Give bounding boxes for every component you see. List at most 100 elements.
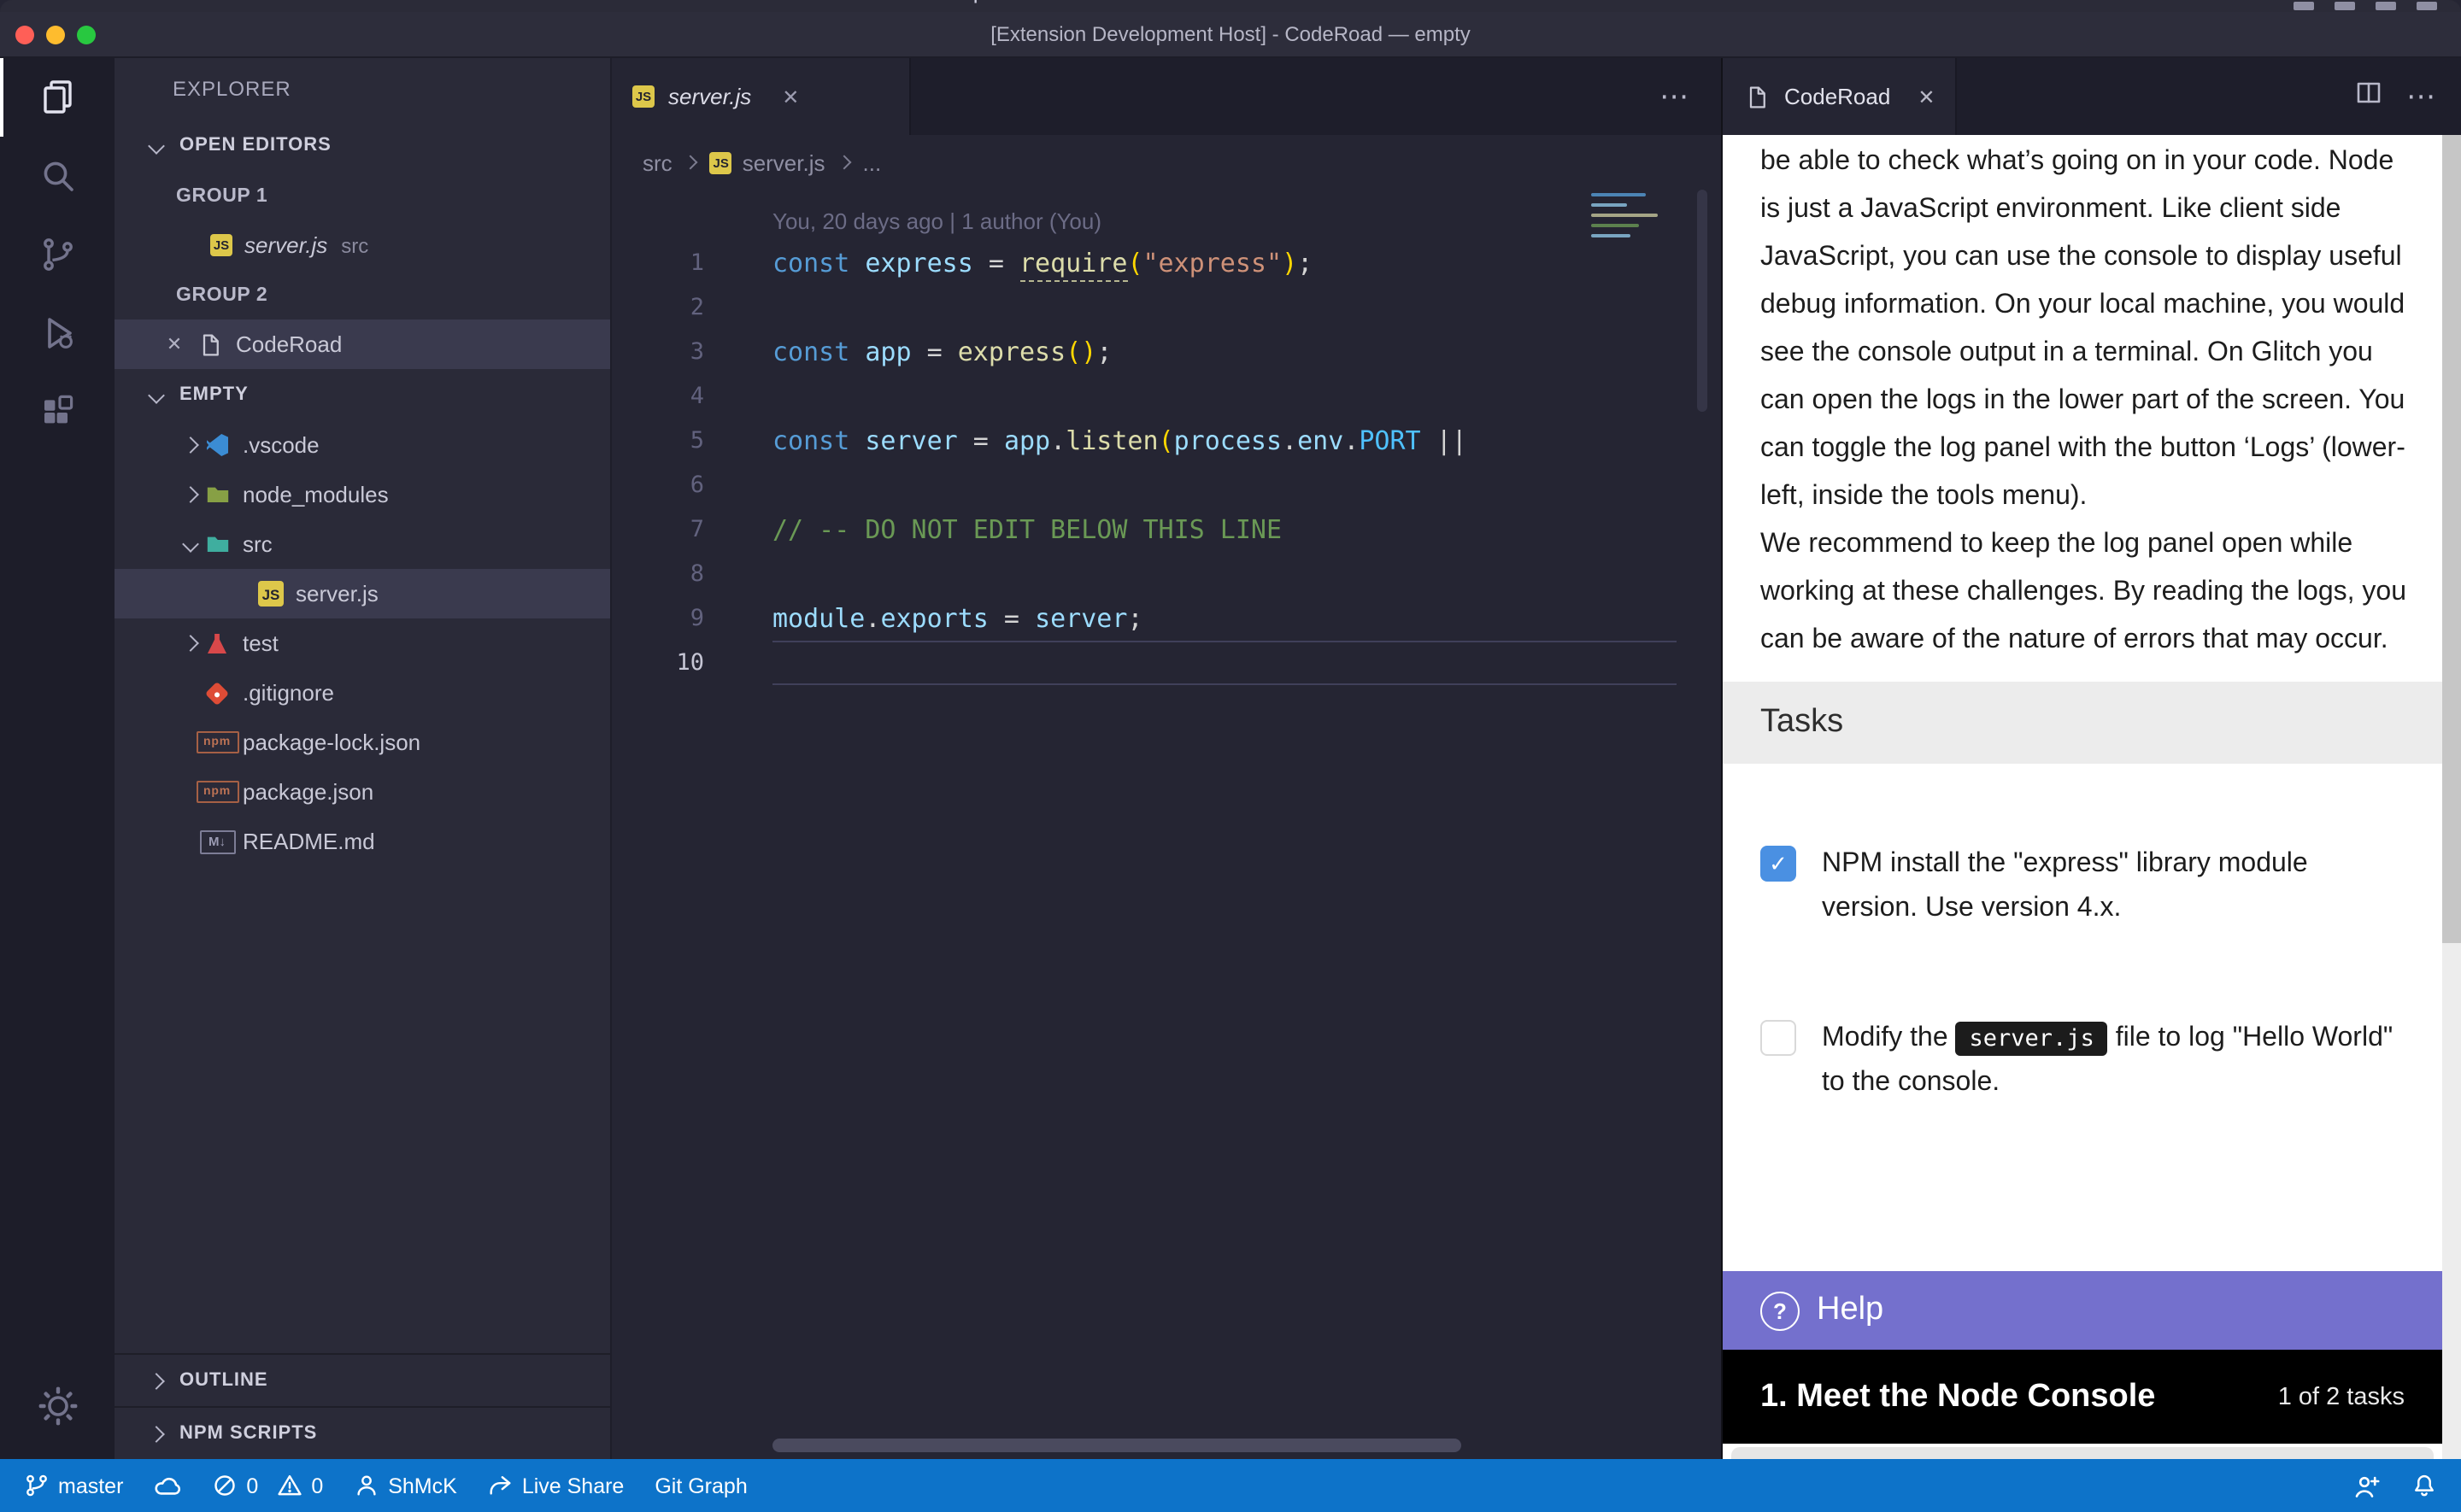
sync-status[interactable] [154, 1472, 181, 1499]
code-line[interactable]: 7// -- DO NOT EDIT BELOW THIS LINE [612, 507, 1721, 552]
minimize-window-button[interactable] [46, 25, 65, 44]
window-title: [Extension Development Host] - CodeRoad … [0, 22, 2461, 46]
tree-item-node-modules[interactable]: node_modules [115, 470, 610, 519]
open-editor-server-js[interactable]: JS server.js src [115, 220, 610, 270]
open-editor-coderoad[interactable]: ✕ CodeRoad [115, 319, 610, 369]
npm-scripts-header[interactable]: NPM SCRIPTS [115, 1406, 610, 1459]
menu-item-selection[interactable]: Selection [342, 0, 433, 3]
menu-item-window[interactable]: Window [823, 0, 902, 3]
task-checkbox-unchecked[interactable] [1760, 1020, 1796, 1056]
close-icon[interactable]: ✕ [162, 333, 186, 355]
tree-item-label: package-lock.json [243, 730, 420, 755]
editor-vertical-scrollbar[interactable] [1697, 190, 1707, 412]
problems-status[interactable]: 0 0 [212, 1473, 323, 1498]
outline-header[interactable]: OUTLINE [115, 1353, 610, 1406]
tree-item-test[interactable]: test [115, 618, 610, 668]
code-line[interactable]: 8 [612, 552, 1721, 596]
menu-item-terminal[interactable]: Terminal [702, 0, 785, 3]
code-line[interactable]: 10 [612, 641, 1721, 685]
menu-item-run[interactable]: Run [623, 0, 664, 3]
code-text: const express = require("express"); [772, 248, 1677, 278]
menu-item-file[interactable]: File [192, 0, 228, 3]
error-icon [212, 1473, 238, 1498]
explorer-sidebar: EXPLORER OPEN EDITORS GROUP 1 JS server.… [115, 58, 612, 1459]
lesson-footer[interactable]: 1. Meet the Node Console 1 of 2 tasks [1723, 1350, 2442, 1444]
panel-scrollbar-thumb[interactable] [2442, 135, 2461, 943]
live-share-button[interactable]: Live Share [488, 1473, 625, 1498]
open-editors-header[interactable]: OPEN EDITORS [115, 120, 610, 171]
file-icon [1743, 85, 1771, 108]
code-line[interactable]: 5const server = app.listen(process.env.P… [612, 419, 1721, 463]
close-tab-icon[interactable]: ✕ [782, 85, 799, 108]
editor-horizontal-scrollbar[interactable] [772, 1439, 1461, 1452]
more-actions-icon[interactable]: ⋯ [2406, 79, 2437, 114]
lesson-text: be able to check what’s going on in your… [1723, 135, 2442, 665]
npm-scripts-label: NPM SCRIPTS [179, 1423, 317, 1444]
notifications-button[interactable] [2411, 1473, 2437, 1498]
menu-item-go[interactable]: Go [556, 0, 586, 3]
code-line[interactable]: 2 [612, 285, 1721, 330]
code-line[interactable]: 9module.exports = server; [612, 596, 1721, 641]
open-editors-group-2: GROUP 2 [115, 270, 610, 319]
tree-item-package-json[interactable]: npm package.json [115, 767, 610, 817]
more-actions-icon[interactable]: ⋯ [1659, 79, 1690, 114]
tree-item-src[interactable]: src [115, 519, 610, 569]
tasks-section-header: Tasks [1723, 682, 2442, 764]
breadcrumb-symbol[interactable]: ... [863, 149, 882, 175]
split-editor-icon[interactable] [2355, 79, 2382, 114]
zoom-window-button[interactable] [77, 25, 96, 44]
menu-item-edit[interactable]: Edit [266, 0, 304, 3]
tab-server-js[interactable]: JS server.js ✕ [612, 58, 911, 135]
task-item-npm-install[interactable]: ✓ NPM install the "express" library modu… [1723, 842, 2442, 931]
code-line[interactable]: 3const app = express(); [612, 330, 1721, 374]
tab-coderoad[interactable]: CodeRoad ✕ [1723, 58, 1957, 135]
source-control-icon [37, 234, 78, 275]
source-control-activity-button[interactable] [0, 215, 115, 294]
git-icon [203, 684, 231, 701]
explorer-activity-button[interactable] [0, 58, 115, 137]
npm-icon: npm [203, 781, 231, 803]
git-branch-status[interactable]: master [24, 1473, 123, 1498]
code-line[interactable]: 4 [612, 374, 1721, 419]
task-checkbox-checked[interactable]: ✓ [1760, 846, 1796, 882]
task-item-modify-server[interactable]: Modify the server.js file to log "Hello … [1723, 1017, 2442, 1105]
help-button[interactable]: ? Help [1723, 1271, 2442, 1350]
gear-icon [37, 1386, 78, 1427]
chevron-right-icon [176, 439, 203, 451]
close-tab-icon[interactable]: ✕ [1918, 85, 1935, 108]
files-icon [37, 77, 78, 118]
breadcrumb-file[interactable]: JS server.js [710, 149, 825, 175]
tree-item-vscode[interactable]: .vscode [115, 420, 610, 470]
tree-item-package-lock-json[interactable]: npm package-lock.json [115, 718, 610, 767]
tree-item-gitignore[interactable]: .gitignore [115, 668, 610, 718]
macos-menu-bar[interactable]: Code File Edit Selection View Go Run Ter… [0, 0, 2461, 12]
workspace-header[interactable]: EMPTY [115, 369, 610, 420]
extensions-activity-button[interactable] [0, 372, 115, 451]
group-2-label: GROUP 2 [176, 284, 267, 305]
close-window-button[interactable] [15, 25, 34, 44]
breadcrumb-folder[interactable]: src [643, 149, 673, 175]
menu-item-view[interactable]: View [471, 0, 519, 3]
invite-participant-button[interactable] [2353, 1472, 2381, 1499]
node-modules-folder-icon [203, 482, 231, 507]
tree-item-readme-md[interactable]: M↓ README.md [115, 817, 610, 866]
tree-item-label: package.json [243, 779, 373, 805]
menu-item-help[interactable]: Help [940, 0, 986, 3]
git-graph-button[interactable]: Git Graph [655, 1474, 747, 1497]
minimap[interactable] [1591, 193, 1670, 244]
menu-item-code[interactable]: Code [99, 0, 155, 3]
run-debug-icon [37, 313, 78, 354]
search-activity-button[interactable] [0, 137, 115, 215]
panel-scrollbar[interactable] [2442, 135, 2461, 1459]
settings-button[interactable] [0, 1367, 115, 1445]
live-share-user[interactable]: ShMcK [354, 1473, 457, 1498]
code-editor[interactable]: You, 20 days ago | 1 author (You) 1const… [612, 190, 1721, 1459]
code-line[interactable]: 1const express = require("express"); [612, 241, 1721, 285]
code-line[interactable]: 6 [612, 463, 1721, 507]
panel-tab-bar: CodeRoad ✕ ⋯ [1723, 58, 2461, 135]
line-number: 2 [612, 294, 731, 321]
tree-item-server-js[interactable]: JS server.js [115, 569, 610, 618]
open-editors-group-1: GROUP 1 [115, 171, 610, 220]
line-number: 6 [612, 472, 731, 499]
run-debug-activity-button[interactable] [0, 294, 115, 372]
